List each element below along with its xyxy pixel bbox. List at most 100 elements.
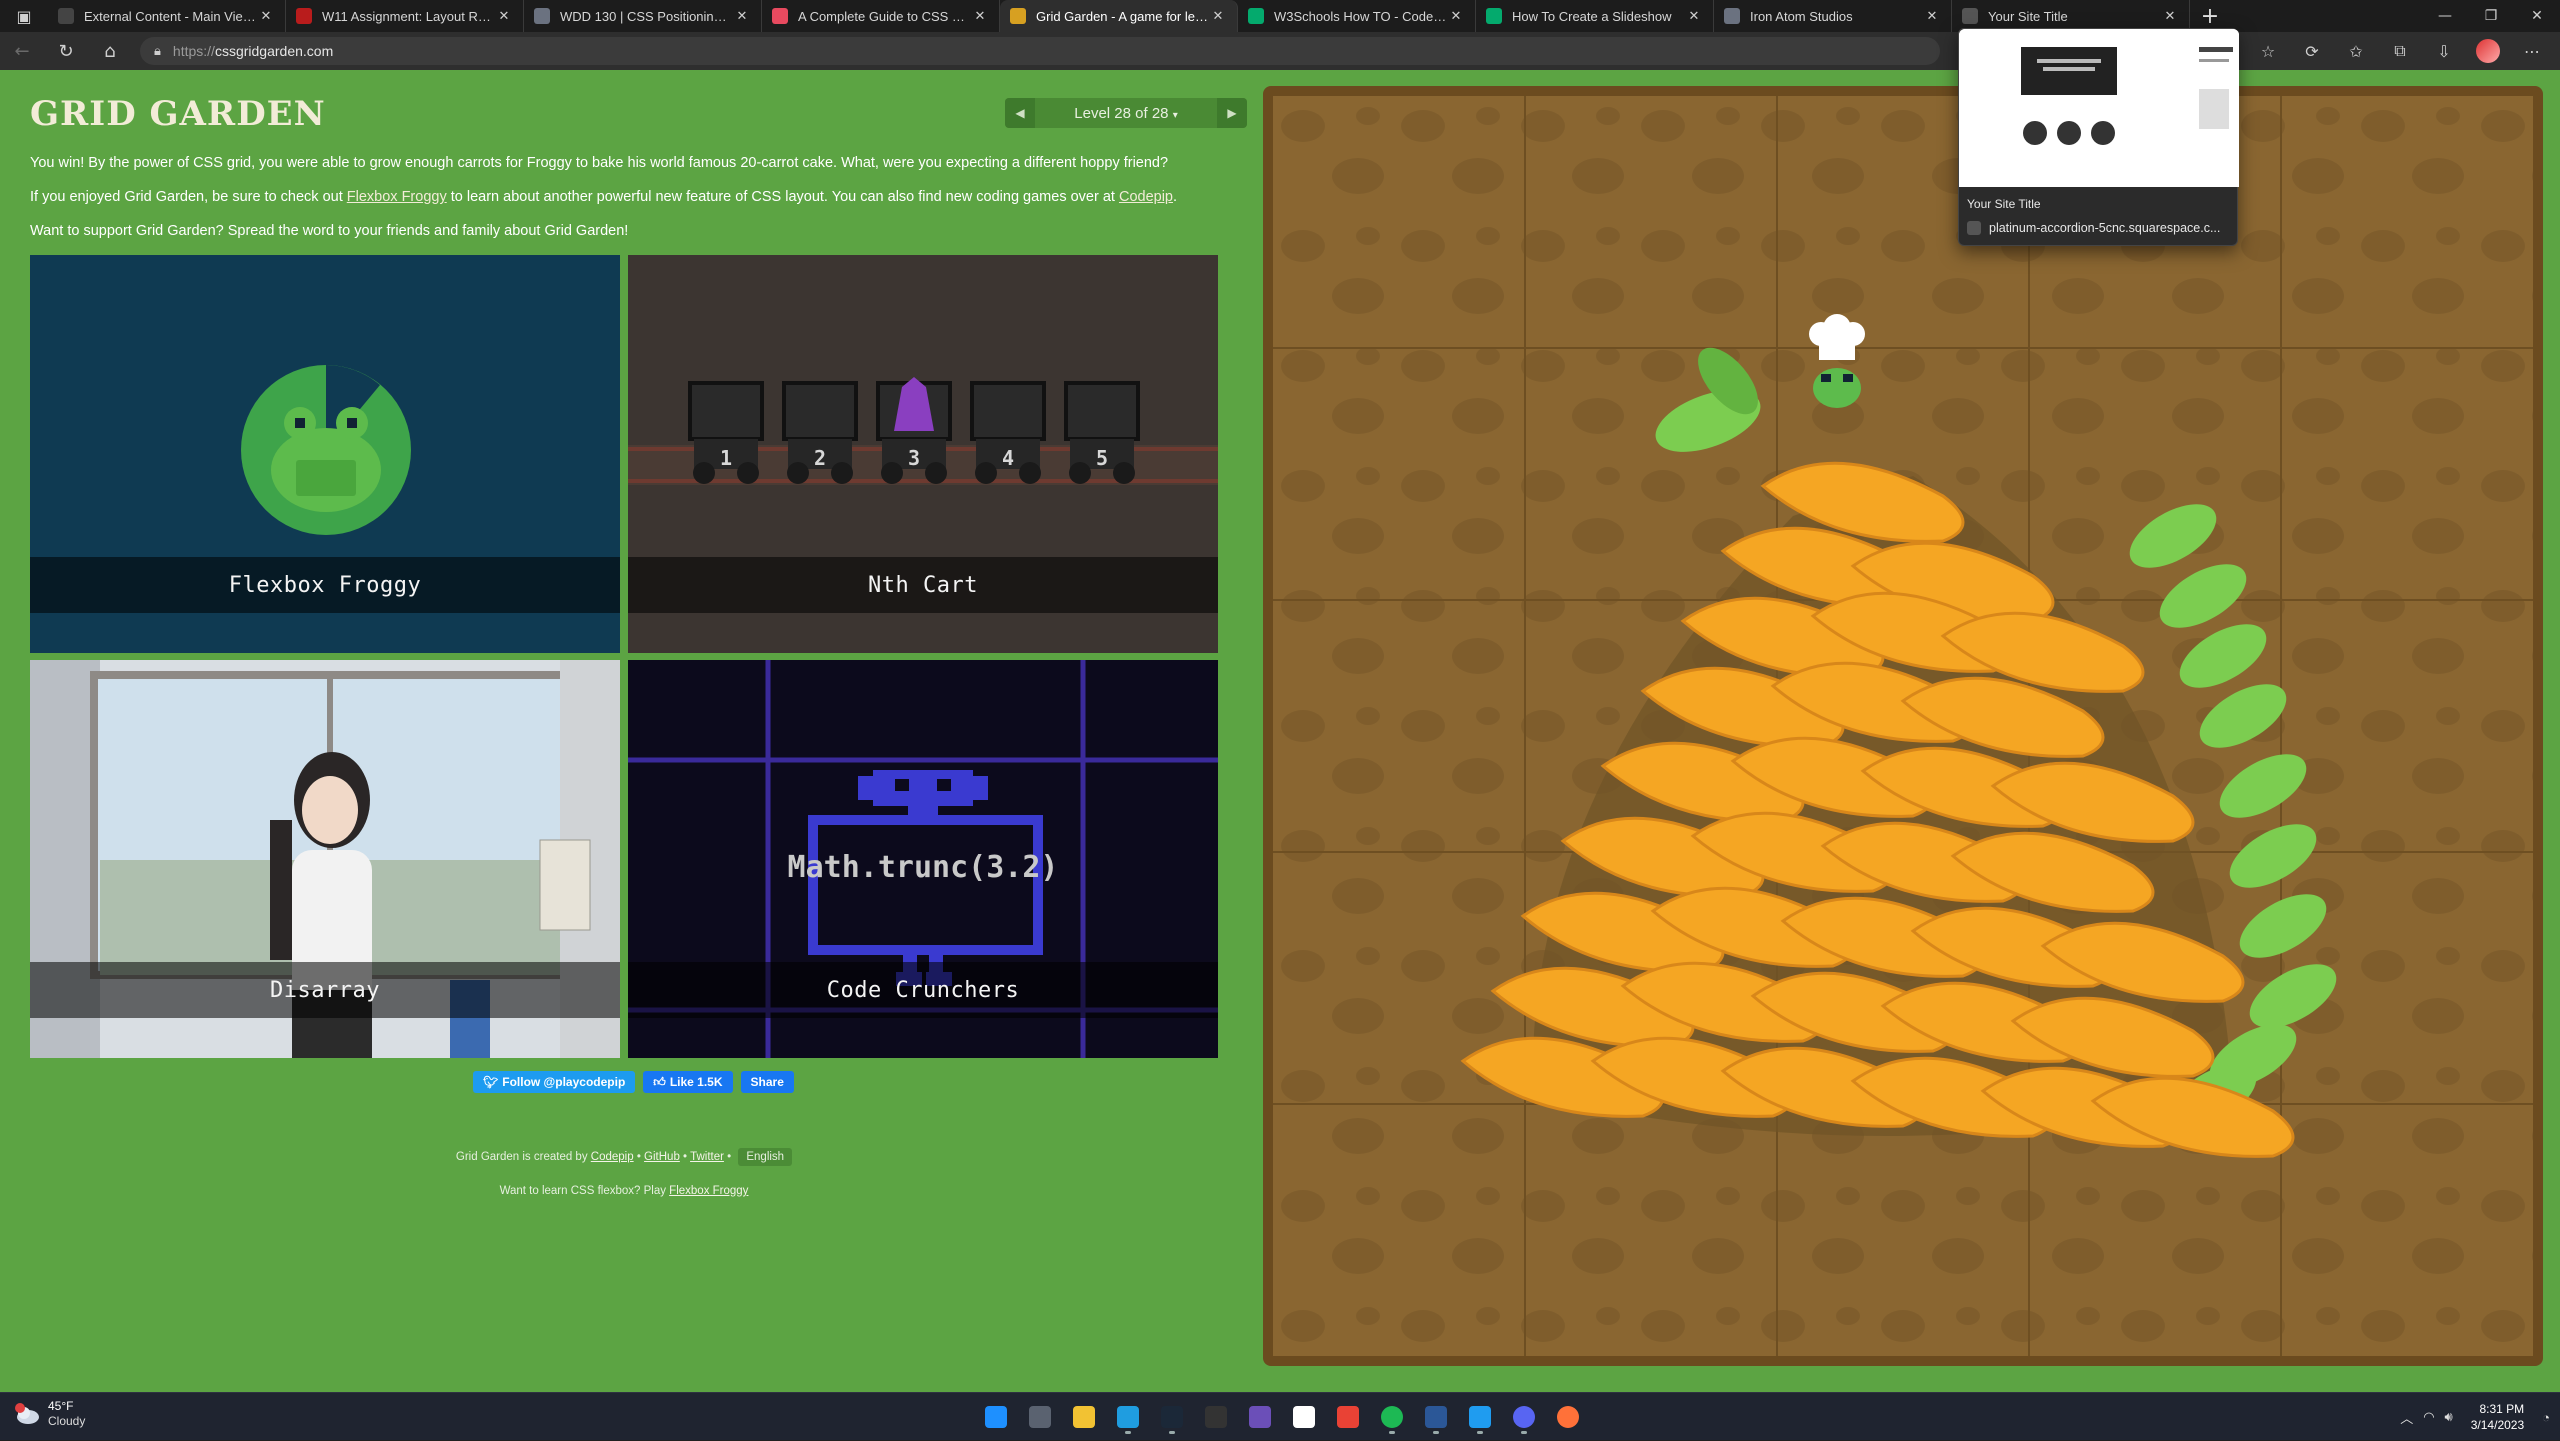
running-indicator (1169, 1431, 1175, 1434)
close-tab-icon[interactable]: ✕ (1923, 8, 1941, 24)
app-dark-taskbar-icon[interactable] (1198, 1399, 1234, 1435)
twitter-follow-button[interactable]: 🐦︎ Follow @playcodepip (473, 1071, 636, 1093)
tab-favicon-icon (296, 8, 312, 24)
tab-title: W11 Assignment: Layout Revisit (322, 8, 495, 24)
site-thumbnail-image (1959, 29, 2239, 187)
browser-tab[interactable]: W3Schools How TO - Code snipp✕ (1238, 0, 1476, 32)
close-tab-icon[interactable]: ✕ (495, 8, 513, 24)
facebook-share-button[interactable]: Share (740, 1071, 794, 1093)
calendar-taskbar-icon[interactable] (1286, 1399, 1322, 1435)
weather-widget[interactable]: 45°F Cloudy (14, 1399, 85, 1429)
home-icon[interactable]: ⌂ (88, 32, 132, 70)
refresh-icon[interactable]: ↻ (44, 32, 88, 70)
game-card-flexbox-froggy[interactable]: Flexbox Froggy (30, 255, 620, 653)
chevron-down-icon: ▾ (1172, 109, 1178, 121)
steam-taskbar-icon[interactable] (1154, 1399, 1190, 1435)
enjoy-message: If you enjoyed Grid Garden, be sure to c… (30, 189, 1178, 205)
file-explorer-taskbar-icon[interactable] (1066, 1399, 1102, 1435)
edge-taskbar-icon[interactable] (1110, 1399, 1146, 1435)
browser-tab[interactable]: Iron Atom Studios ✕ (1714, 0, 1952, 32)
close-tab-icon[interactable]: ✕ (257, 8, 275, 24)
word-taskbar-icon[interactable] (1418, 1399, 1454, 1435)
back-icon[interactable]: ← (0, 32, 44, 70)
pdf-taskbar-icon[interactable] (1330, 1399, 1366, 1435)
close-window-icon[interactable]: ✕ (2514, 0, 2560, 32)
level-selector[interactable]: ◀ Level 28 of 28 ▾ ▶ (1005, 98, 1247, 128)
favorite-star-icon[interactable]: ☆ (2250, 35, 2286, 67)
discord-icon (1513, 1406, 1535, 1428)
firefox-taskbar-icon[interactable] (1550, 1399, 1586, 1435)
close-tab-icon[interactable]: ✕ (733, 8, 751, 24)
running-indicator (1521, 1431, 1527, 1434)
browser-tab[interactable]: How To Create a Slideshow ✕ (1476, 0, 1714, 32)
github-link[interactable]: GitHub (644, 1151, 680, 1163)
discord-taskbar-icon[interactable] (1506, 1399, 1542, 1435)
tab-favicon-icon (1010, 8, 1026, 24)
profile-avatar[interactable] (2476, 39, 2500, 63)
tab-title: A Complete Guide to CSS Grid | (798, 8, 971, 24)
tab-actions-icon[interactable]: ▣ (0, 0, 48, 32)
level-indicator[interactable]: Level 28 of 28 ▾ (1035, 105, 1217, 122)
vscode-taskbar-icon[interactable] (1462, 1399, 1498, 1435)
browser-tab[interactable]: External Content - Main View | S ✕ (48, 0, 286, 32)
browser-tab[interactable]: Grid Garden - A game for learnin ✕ (1000, 0, 1238, 32)
tab-preview-popup: Your Site Title platinum-accordion-5cnc.… (1958, 28, 2239, 246)
downloads-icon[interactable]: ⇩ (2426, 35, 2462, 67)
browser-tab[interactable]: W11 Assignment: Layout Revisit ✕ (286, 0, 524, 32)
cart-number: 1 (720, 446, 732, 470)
game-title: Disarray (30, 962, 620, 1018)
clock[interactable]: 8:31 PM 3/14/2023 (2471, 1401, 2524, 1433)
wifi-icon[interactable]: ◠ (2423, 1409, 2434, 1425)
app-purple-taskbar-icon[interactable] (1242, 1399, 1278, 1435)
close-tab-icon[interactable]: ✕ (971, 8, 989, 24)
volume-icon[interactable]: 🔊︎ (2445, 1409, 2453, 1425)
win-message: You win! By the power of CSS grid, you w… (30, 155, 1169, 171)
collections-icon[interactable]: ⧉ (2382, 35, 2418, 67)
game-card-disarray[interactable]: Disarray (30, 660, 620, 1058)
windows-taskbar: 45°F Cloudy ︿ ◠ 🔊︎ 8:31 PM 3/14/2023 ◔ (0, 1392, 2560, 1440)
language-selector[interactable]: English (738, 1148, 793, 1166)
close-tab-icon[interactable]: ✕ (1685, 8, 1703, 24)
url-field[interactable]: 🔒︎ https:// cssgridgarden.com (140, 37, 1940, 65)
running-indicator (1433, 1431, 1439, 1434)
next-level-icon[interactable]: ▶ (1217, 98, 1247, 128)
previous-level-icon[interactable]: ◀ (1005, 98, 1035, 128)
minimize-icon[interactable]: — (2422, 0, 2468, 32)
twitter-link[interactable]: Twitter (690, 1151, 724, 1163)
browser-tab[interactable]: A Complete Guide to CSS Grid | ✕ (762, 0, 1000, 32)
running-indicator (1125, 1431, 1131, 1434)
flexbox-froggy-footer-link[interactable]: Flexbox Froggy (669, 1185, 748, 1197)
calendar-icon (1293, 1406, 1315, 1428)
close-tab-icon[interactable]: ✕ (2161, 8, 2179, 24)
close-tab-icon[interactable]: ✕ (1209, 8, 1227, 24)
word-icon (1425, 1406, 1447, 1428)
restore-icon[interactable]: ❐ (2468, 0, 2514, 32)
facebook-like-button[interactable]: 👍︎ Like 1.5K (643, 1071, 733, 1093)
game-card-nth-cart[interactable]: 1 2 3 4 5 Nth Cart (628, 255, 1218, 653)
task-view-taskbar-icon[interactable] (1022, 1399, 1058, 1435)
clock-date: 3/14/2023 (2470, 1418, 2525, 1432)
tab-title: Your Site Title (1988, 8, 2068, 24)
window-controls: — ❐ ✕ (2422, 0, 2560, 32)
notification-icon[interactable]: ◔ (2542, 1410, 2550, 1425)
spotify-taskbar-icon[interactable] (1374, 1399, 1410, 1435)
footer-credits: Grid Garden is created by Codepip • GitH… (30, 1148, 1218, 1166)
game-title: Nth Cart (628, 557, 1218, 613)
more-options-icon[interactable]: ⋯ (2514, 35, 2550, 67)
weather-condition: Cloudy (48, 1414, 86, 1428)
lock-icon[interactable]: 🔒︎ (154, 43, 161, 59)
chef-frog-eye (1843, 374, 1853, 382)
favorites-icon[interactable]: ✩ (2338, 35, 2374, 67)
game-title: Code Crunchers (628, 962, 1218, 1018)
browser-tab[interactable]: WDD 130 | CSS Positioning II Ac ✕ (524, 0, 762, 32)
chevron-up-icon[interactable]: ︿ (2400, 1408, 2413, 1427)
codepip-footer-link[interactable]: Codepip (591, 1151, 634, 1163)
chef-frog (1813, 368, 1861, 408)
task-view-icon (1029, 1406, 1051, 1428)
refresh-extension-icon[interactable]: ⟳ (2294, 35, 2330, 67)
windows-start-taskbar-icon[interactable] (978, 1399, 1014, 1435)
game-card-code-crunchers[interactable]: Math.trunc(3.2) Code Crunchers (628, 660, 1218, 1058)
close-tab-icon[interactable]: ✕ (1447, 8, 1465, 24)
flexbox-froggy-link[interactable]: Flexbox Froggy (347, 189, 447, 205)
codepip-link[interactable]: Codepip (1119, 189, 1173, 205)
